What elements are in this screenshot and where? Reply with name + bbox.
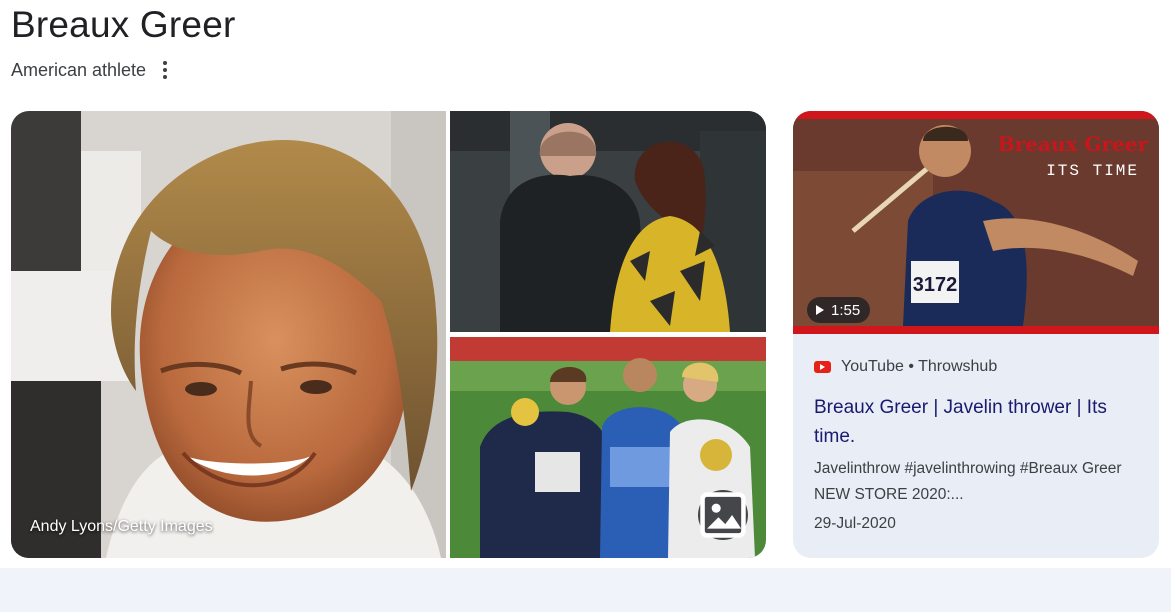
video-result-card[interactable]: 3172 Breaux Greer ITS TIME 1:55 YouTube … — [793, 111, 1159, 558]
image-search-button[interactable] — [698, 490, 748, 540]
image-gallery: Andy Lyons/Getty Images — [11, 111, 766, 558]
play-icon — [816, 305, 824, 315]
thumb-overlay-name: Breaux Greer — [998, 132, 1149, 156]
couple-image — [450, 111, 766, 332]
entity-subtitle-row: American athlete — [11, 58, 172, 82]
image-tile-couple[interactable] — [450, 111, 766, 332]
image-icon — [700, 492, 746, 538]
entity-subtitle: American athlete — [11, 59, 147, 80]
background-band — [0, 568, 1171, 612]
video-date: 29-Jul-2020 — [814, 515, 896, 532]
image-tile-podium[interactable] — [450, 337, 766, 558]
video-description: Javelinthrow #javelinthrowing #Breaux Gr… — [814, 460, 1122, 503]
video-source-row: YouTube • Throwshub — [814, 358, 997, 376]
youtube-icon — [814, 361, 831, 373]
video-source: YouTube • Throwshub — [841, 358, 998, 375]
thumb-overlay-tagline: ITS TIME — [1046, 162, 1139, 180]
video-duration-badge: 1:55 — [807, 297, 871, 323]
entity-title: Breaux Greer — [11, 4, 236, 45]
more-options-icon[interactable] — [158, 59, 172, 81]
video-thumbnail[interactable]: 3172 Breaux Greer ITS TIME 1:55 — [793, 111, 1159, 334]
thumb-bib-number: 3172 — [913, 274, 958, 296]
portrait-image — [11, 111, 446, 558]
image-credit: Andy Lyons/Getty Images — [30, 518, 213, 535]
image-tile-portrait[interactable]: Andy Lyons/Getty Images — [11, 111, 446, 558]
video-duration: 1:55 — [831, 301, 861, 319]
video-title[interactable]: Breaux Greer | Javelin thrower | Its tim… — [814, 393, 1144, 451]
